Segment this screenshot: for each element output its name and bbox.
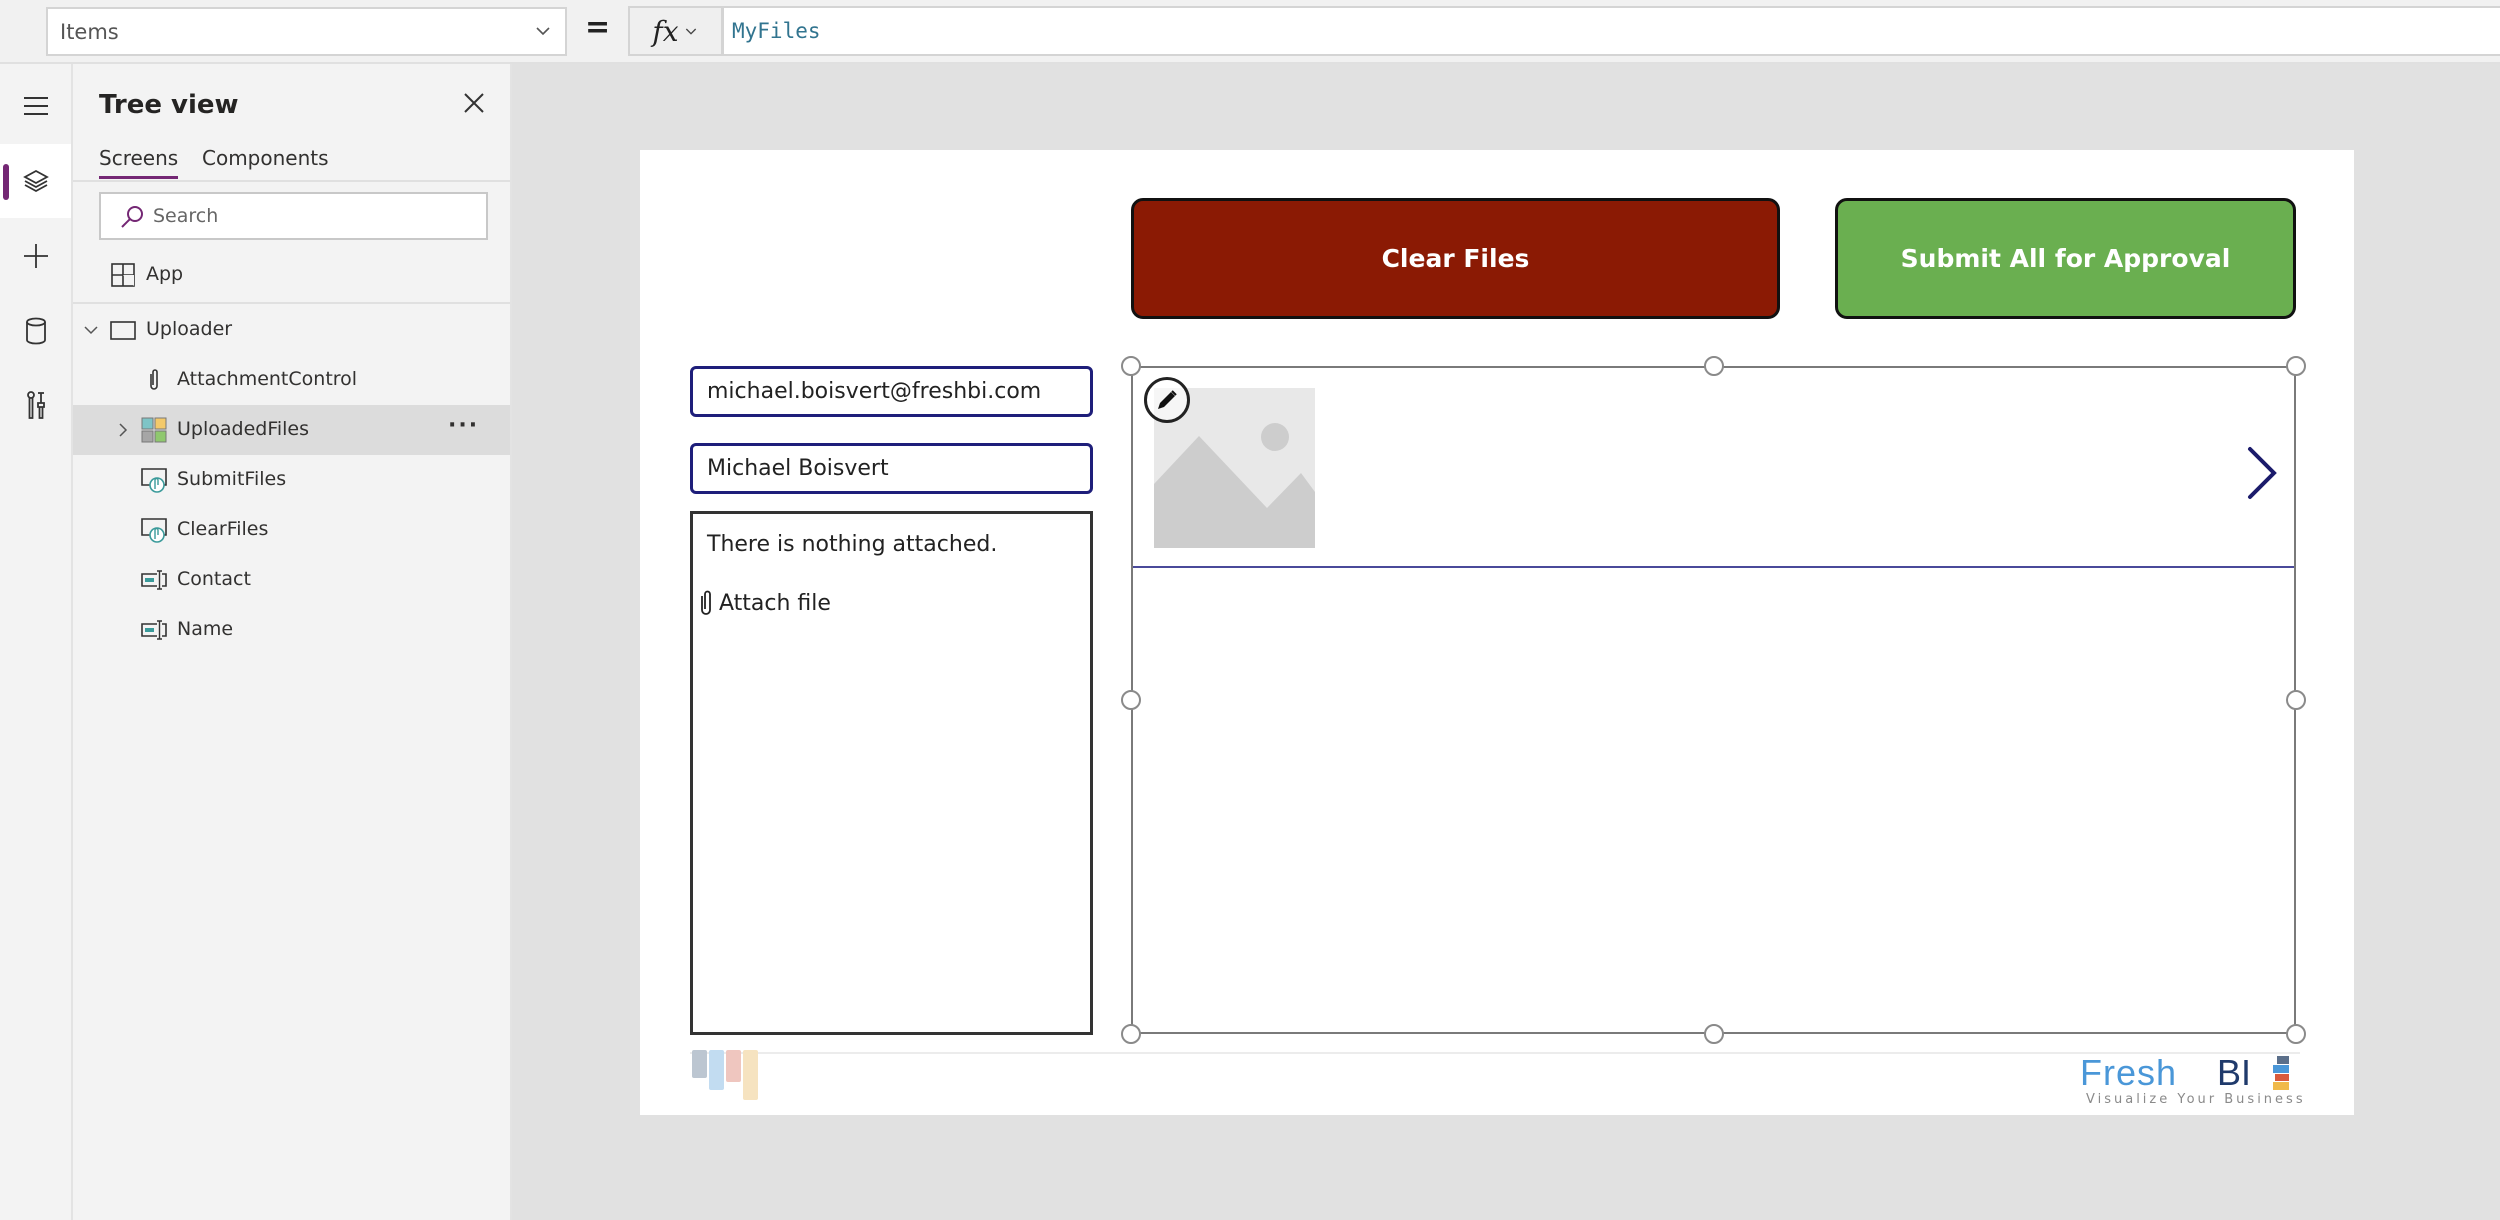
tab-screens[interactable]: Screens xyxy=(99,146,179,179)
attach-file-link[interactable]: Attach file xyxy=(697,589,831,617)
tree-item-uploader[interactable]: Uploader xyxy=(73,305,510,355)
chevron-down-icon xyxy=(685,28,696,35)
tree-item-label: Name xyxy=(177,618,234,640)
contact-input-value: michael.boisvert@freshbi.com xyxy=(707,379,1042,404)
layers-icon xyxy=(22,169,49,193)
paperclip-icon xyxy=(150,369,158,390)
formula-bar: Items = fx MyFiles xyxy=(0,0,2500,64)
clear-files-button[interactable]: Clear Files xyxy=(1131,198,1780,319)
resize-handle[interactable] xyxy=(1704,356,1724,376)
rail-tree-view-button[interactable] xyxy=(0,144,71,218)
button-icon xyxy=(141,468,167,493)
tree-item-label: UploadedFiles xyxy=(177,418,310,440)
fx-icon: fx xyxy=(652,14,679,48)
submit-all-button[interactable]: Submit All for Approval xyxy=(1835,198,2296,319)
resize-handle[interactable] xyxy=(1121,690,1141,710)
tree-item-label: Contact xyxy=(177,568,251,590)
more-options-icon[interactable]: ··· xyxy=(448,413,479,438)
gallery-icon xyxy=(141,417,167,443)
logo-tagline: Visualize Your Business xyxy=(2086,1092,2306,1107)
bars-logo-icon xyxy=(692,1050,758,1100)
pencil-icon xyxy=(1158,390,1177,409)
tree-divider xyxy=(73,302,510,304)
screen-icon xyxy=(110,321,136,340)
equals-sign: = xyxy=(585,10,611,45)
logo-bars-icon xyxy=(2273,1056,2289,1090)
paperclip-icon xyxy=(701,590,711,615)
button-icon xyxy=(141,518,167,543)
tree-item-label: App xyxy=(146,263,184,285)
tree-tabs: Screens Components xyxy=(73,142,510,182)
tree-item-label: Uploader xyxy=(146,318,233,340)
plus-icon xyxy=(23,244,48,268)
rail-data-button[interactable] xyxy=(0,294,71,368)
tree-item-contact[interactable]: Contact xyxy=(73,555,510,605)
rail-insert-button[interactable] xyxy=(0,219,71,293)
formula-text: MyFiles xyxy=(732,19,821,43)
close-icon[interactable] xyxy=(459,88,489,118)
text-input-icon xyxy=(141,570,167,590)
tree-search-placeholder: Search xyxy=(153,205,219,227)
tree-item-app[interactable]: App xyxy=(73,250,510,300)
resize-handle[interactable] xyxy=(1121,356,1141,376)
name-input-value: Michael Boisvert xyxy=(707,456,889,481)
search-icon xyxy=(121,206,143,228)
tree-item-label: SubmitFiles xyxy=(177,468,287,490)
chevron-down-icon[interactable] xyxy=(81,320,101,340)
resize-handle[interactable] xyxy=(2286,356,2306,376)
tree-item-label: AttachmentControl xyxy=(177,368,358,390)
name-input[interactable]: Michael Boisvert xyxy=(690,443,1093,494)
property-dropdown-value: Items xyxy=(60,19,119,44)
left-rail xyxy=(0,64,73,1220)
formula-input[interactable]: MyFiles xyxy=(722,6,2500,56)
attachment-control[interactable]: There is nothing attached. Attach file xyxy=(690,511,1093,1035)
logo-fresh-text: Fresh xyxy=(2080,1052,2178,1093)
attachment-empty-text: There is nothing attached. xyxy=(707,532,998,557)
tree-item-uploadedfiles[interactable]: UploadedFiles ··· xyxy=(73,405,510,455)
edit-button[interactable] xyxy=(1144,377,1190,423)
hamburger-icon xyxy=(23,97,48,115)
gallery-item-separator xyxy=(1133,566,2294,568)
chevron-right-icon[interactable] xyxy=(2240,443,2280,503)
attach-file-label: Attach file xyxy=(719,590,831,616)
tools-icon xyxy=(26,391,45,419)
uploaded-files-gallery[interactable] xyxy=(1131,366,2296,1034)
contact-input[interactable]: michael.boisvert@freshbi.com xyxy=(690,366,1093,417)
fx-button[interactable]: fx xyxy=(628,6,723,56)
footer-divider xyxy=(690,1052,2300,1054)
tab-components[interactable]: Components xyxy=(202,146,329,176)
chevron-down-icon xyxy=(536,27,550,36)
tree-item-attachmentcontrol[interactable]: AttachmentControl xyxy=(73,355,510,405)
property-dropdown[interactable]: Items xyxy=(46,7,567,56)
tree-item-name[interactable]: Name xyxy=(73,605,510,655)
chevron-right-icon[interactable] xyxy=(113,420,133,440)
tree-view-title: Tree view xyxy=(99,90,239,120)
resize-handle[interactable] xyxy=(2286,690,2306,710)
rail-advanced-tools-button[interactable] xyxy=(0,369,71,443)
text-input-icon xyxy=(141,620,167,640)
resize-handle[interactable] xyxy=(1121,1024,1141,1044)
tree-item-label: ClearFiles xyxy=(177,518,269,540)
tree-view-panel: Tree view Screens Components Search App … xyxy=(73,64,512,1220)
resize-handle[interactable] xyxy=(1704,1024,1724,1044)
tree-search-input[interactable]: Search xyxy=(99,192,488,240)
freshbi-logo: Fresh BI Visualize Your Business xyxy=(2080,1050,2303,1110)
tree-item-clearfiles[interactable]: ClearFiles xyxy=(73,505,510,555)
app-icon xyxy=(111,263,135,287)
rail-menu-button[interactable] xyxy=(0,69,71,143)
database-icon xyxy=(25,317,46,345)
resize-handle[interactable] xyxy=(2286,1024,2306,1044)
app-canvas: Clear Files Submit All for Approval mich… xyxy=(640,150,2354,1115)
tree-item-submitfiles[interactable]: SubmitFiles xyxy=(73,455,510,505)
logo-bi-text: BI xyxy=(2217,1052,2252,1093)
